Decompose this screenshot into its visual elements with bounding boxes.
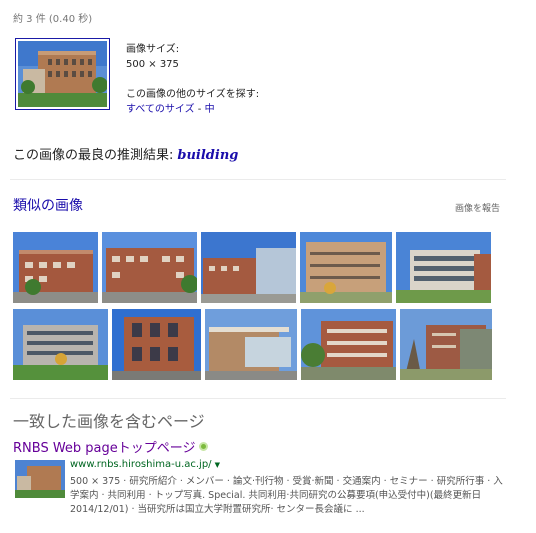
similar-image[interactable]: [13, 309, 108, 380]
image-meta: 画像サイズ: 500 × 375 この画像の他のサイズを探す: すべてのサイズ …: [126, 42, 259, 117]
similar-image[interactable]: [102, 232, 197, 303]
similar-image[interactable]: [205, 309, 297, 380]
size-separator: -: [194, 104, 205, 115]
query-image[interactable]: [15, 38, 110, 110]
page-result-thumbnail[interactable]: [15, 460, 65, 498]
page-result-link[interactable]: RNBS Web pageトップページ: [13, 437, 208, 456]
similar-image[interactable]: [112, 309, 201, 380]
query-image-thumbnail: [18, 41, 107, 107]
similar-image[interactable]: [201, 232, 296, 303]
divider: [10, 398, 506, 399]
best-guess-label: この画像の最良の推測結果:: [13, 148, 174, 163]
similar-image[interactable]: [300, 232, 392, 303]
best-guess: この画像の最良の推測結果: building: [13, 144, 238, 163]
medium-size-link[interactable]: 中: [205, 104, 215, 115]
divider: [10, 179, 506, 180]
best-guess-link[interactable]: building: [177, 148, 238, 163]
all-sizes-link[interactable]: すべてのサイズ: [126, 104, 195, 115]
similar-image[interactable]: [301, 309, 396, 380]
other-sizes-label: この画像の他のサイズを探す:: [126, 89, 260, 100]
image-size-value: 500 × 375: [126, 59, 179, 70]
page-url-text: www.rnbs.hiroshima-u.ac.jp/: [70, 459, 212, 470]
page-result-url: www.rnbs.hiroshima-u.ac.jp/▼: [70, 459, 220, 470]
image-size-label: 画像サイズ:: [126, 44, 180, 55]
similar-image[interactable]: [396, 232, 491, 303]
page-result-snippet: 500 × 375 · 研究所紹介 · メンバー · 論文·刊行物 · 受賞·新…: [70, 476, 503, 515]
matching-pages-title: 一致した画像を含むページ: [13, 412, 205, 431]
similar-images-grid: [13, 232, 495, 386]
report-image-link[interactable]: 画像を報告: [455, 201, 500, 214]
similar-image[interactable]: [13, 232, 98, 303]
page-result-title[interactable]: RNBS Web pageトップページ: [13, 441, 196, 456]
similar-images-title[interactable]: 類似の画像: [13, 195, 83, 215]
verified-dot-icon: [198, 442, 208, 451]
url-dropdown-caret-icon[interactable]: ▼: [215, 461, 220, 469]
result-stats: 約 3 件 (0.40 秒): [13, 14, 93, 25]
similar-image[interactable]: [400, 309, 492, 380]
